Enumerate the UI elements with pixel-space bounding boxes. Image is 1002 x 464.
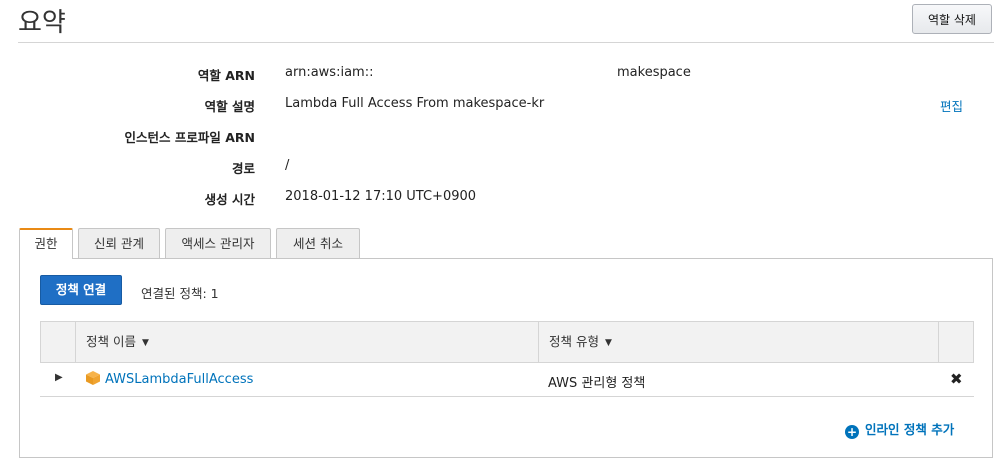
- summary-row-path: 경로 /: [0, 158, 1002, 178]
- tab-access-advisor[interactable]: 액세스 관리자: [165, 228, 271, 258]
- sort-caret-icon: ▼: [604, 337, 612, 348]
- tab-permissions[interactable]: 권한: [19, 228, 73, 259]
- instance-profile-label: 인스턴스 프로파일 ARN: [124, 130, 255, 145]
- sort-caret-icon: ▼: [141, 337, 149, 348]
- summary-row-created: 생성 시간 2018-01-12 17:10 UTC+0900: [0, 189, 1002, 209]
- tab-revoke-sessions[interactable]: 세션 취소: [276, 228, 360, 258]
- column-header-policy-type[interactable]: 정책 유형 ▼: [538, 322, 938, 362]
- policy-type: AWS 관리형 정책: [548, 376, 646, 391]
- created-value: 2018-01-12 17:10 UTC+0900: [285, 189, 477, 204]
- table-row: ▶ AWSLambdaFullAccess AWS 관리형 정책 ✖: [40, 363, 974, 397]
- summary-row-arn: 역할 ARN arn:aws:iam:: makespace: [0, 65, 1002, 85]
- arn-label: 역할 ARN: [197, 68, 255, 83]
- arn-value-suffix: makespace: [617, 65, 691, 80]
- table-header: 정책 이름 ▼ 정책 유형 ▼: [40, 321, 974, 363]
- permissions-panel: 정책 연결 연결된 정책: 1 정책 이름 ▼ 정책 유형 ▼ ▶ AWSLambd…: [19, 258, 993, 458]
- column-header-name-label: 정책 이름: [86, 334, 136, 349]
- arn-value: arn:aws:iam::: [285, 65, 374, 80]
- description-label: 역할 설명: [204, 99, 255, 114]
- tab-trust-relationships[interactable]: 신뢰 관계: [78, 228, 160, 258]
- column-header-policy-name[interactable]: 정책 이름 ▼: [75, 322, 539, 362]
- delete-role-button[interactable]: 역할 삭제: [912, 4, 992, 34]
- title-divider: [18, 42, 994, 43]
- policy-cube-icon: [86, 371, 100, 385]
- plus-circle-icon: +: [845, 425, 859, 439]
- add-inline-policy-link[interactable]: + 인라인 정책 추가: [845, 419, 954, 439]
- th-sep-3: [938, 322, 939, 362]
- summary-row-instance-profile: 인스턴스 프로파일 ARN: [0, 127, 1002, 147]
- page-title: 요약: [18, 8, 66, 38]
- attach-policy-button[interactable]: 정책 연결: [40, 275, 122, 305]
- remove-policy-icon[interactable]: ✖: [950, 370, 963, 388]
- path-label: 경로: [231, 161, 255, 176]
- path-value: /: [285, 158, 290, 173]
- edit-description-link[interactable]: 편집: [940, 96, 963, 115]
- description-value: Lambda Full Access From makespace-kr: [285, 96, 545, 111]
- expand-row-icon[interactable]: ▶: [55, 372, 63, 383]
- column-header-type-label: 정책 유형: [549, 334, 599, 349]
- policy-name-link[interactable]: AWSLambdaFullAccess: [105, 372, 253, 387]
- summary-row-description: 역할 설명 Lambda Full Access From makespace-…: [0, 96, 1002, 116]
- created-label: 생성 시간: [204, 192, 255, 207]
- attached-policies-count: 연결된 정책: 1: [141, 286, 219, 301]
- add-inline-policy-label: 인라인 정책 추가: [865, 422, 955, 437]
